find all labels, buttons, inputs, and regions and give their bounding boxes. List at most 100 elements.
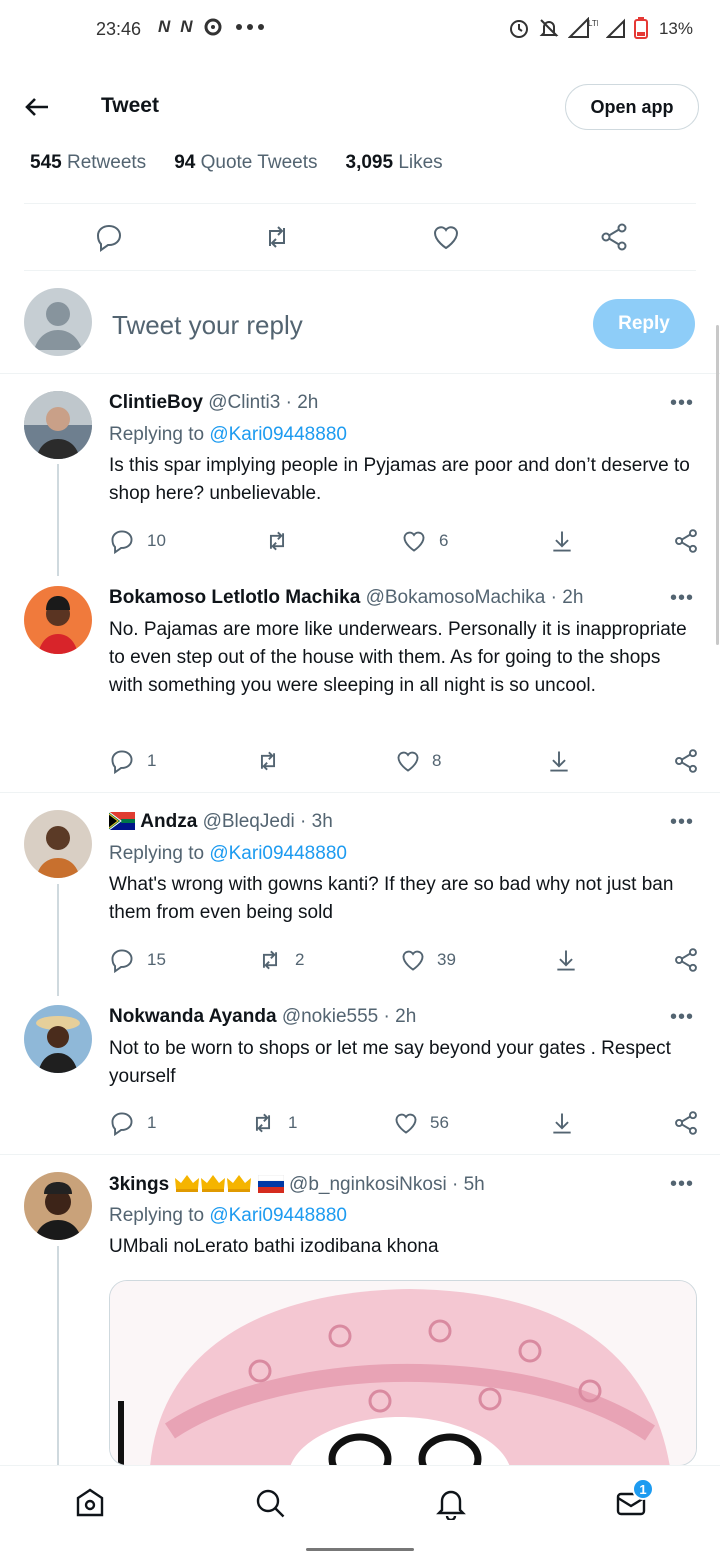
display-name[interactable]: Andza	[140, 811, 197, 832]
open-app-button[interactable]: Open app	[565, 84, 699, 130]
handle[interactable]: @nokie555	[282, 1006, 378, 1027]
more-options-icon[interactable]: •••	[670, 1006, 694, 1029]
likes-stat[interactable]: 3,095 Likes	[346, 152, 443, 174]
notifications-icon[interactable]	[434, 1486, 468, 1520]
handle[interactable]: @b_nginkosiNkosi	[289, 1174, 447, 1195]
avatar[interactable]	[24, 586, 92, 654]
tweet-stats: 545 Retweets 94 Quote Tweets 3,095 Likes	[30, 152, 443, 174]
avatar[interactable]	[24, 810, 92, 878]
tweet-text: Not to be worn to shops or let me say be…	[109, 1038, 671, 1087]
tweet-text: No. Pajamas are more like underwears. Pe…	[109, 619, 687, 696]
retweets-stat[interactable]: 545 Retweets	[30, 152, 146, 174]
replying-to: Replying to @Kari09448880	[109, 1205, 347, 1226]
thread-line	[57, 1246, 59, 1466]
tweet-action-row	[24, 210, 696, 268]
battery-icon	[634, 17, 648, 39]
download-icon[interactable]	[546, 748, 572, 774]
share-icon[interactable]	[673, 528, 699, 554]
handle[interactable]: @BleqJedi	[203, 811, 295, 832]
like-icon[interactable]	[395, 748, 421, 774]
reply-icon[interactable]	[109, 528, 135, 554]
thread-line	[57, 884, 59, 996]
tweet-media-image[interactable]	[109, 1280, 697, 1466]
display-name[interactable]: ClintieBoy	[109, 392, 203, 413]
like-icon[interactable]	[431, 222, 461, 252]
more-options-icon[interactable]: •••	[670, 811, 694, 834]
reply-composer: Tweet your reply Reply	[0, 280, 720, 372]
like-icon[interactable]	[393, 1110, 419, 1136]
tweet-header: 3kings @b_nginkosiNkosi · 5h	[109, 1173, 485, 1196]
download-icon[interactable]	[549, 528, 575, 554]
retweet-count: 2	[295, 950, 305, 969]
tweet-actions: 15 2 39	[109, 947, 699, 977]
bottom-navigation: 1	[0, 1465, 720, 1537]
display-name[interactable]: Bokamoso Letlotlo Machika	[109, 587, 360, 608]
signal-icon	[606, 18, 625, 38]
timestamp: · 2h	[550, 587, 584, 608]
display-name[interactable]: 3kings	[109, 1174, 169, 1195]
reply-icon[interactable]	[109, 1110, 135, 1136]
crown-icon	[227, 1175, 252, 1192]
reply-count: 10	[147, 531, 166, 550]
replying-handle-link[interactable]: @Kari09448880	[209, 1205, 347, 1226]
share-icon[interactable]	[673, 1110, 699, 1136]
download-icon[interactable]	[549, 1110, 575, 1136]
timestamp: · 5h	[451, 1174, 485, 1195]
status-bar: 23:46 N N LTE 13%	[0, 0, 720, 58]
replying-handle-link[interactable]: @Kari09448880	[209, 843, 347, 864]
more-options-icon[interactable]: •••	[670, 1173, 694, 1196]
reply-input[interactable]: Tweet your reply	[112, 310, 303, 341]
status-right-icons: LTE	[508, 17, 648, 39]
reply-count: 15	[147, 950, 166, 969]
more-dots-icon	[235, 24, 264, 30]
reply-icon[interactable]	[94, 222, 124, 252]
scrollbar[interactable]	[716, 325, 719, 645]
divider	[0, 373, 720, 374]
avatar[interactable]	[24, 1005, 92, 1073]
search-icon[interactable]	[253, 1486, 287, 1520]
quote-tweets-stat[interactable]: 94 Quote Tweets	[174, 152, 317, 174]
south-africa-flag-icon	[109, 812, 135, 830]
retweet-icon[interactable]	[250, 1110, 276, 1136]
reply-button[interactable]: Reply	[593, 299, 695, 349]
download-icon[interactable]	[553, 947, 579, 973]
messages-badge: 1	[632, 1478, 654, 1500]
retweet-icon[interactable]	[262, 222, 292, 252]
like-icon[interactable]	[401, 528, 427, 554]
display-name[interactable]: Nokwanda Ayanda	[109, 1006, 277, 1027]
timestamp: · 2h	[285, 392, 319, 413]
back-arrow-icon[interactable]	[22, 92, 52, 122]
reply-icon[interactable]	[109, 748, 135, 774]
reply-icon[interactable]	[109, 947, 135, 973]
replying-to: Replying to @Kari09448880	[109, 843, 347, 864]
home-icon[interactable]	[73, 1486, 107, 1520]
avatar[interactable]	[24, 391, 92, 459]
sync-icon	[204, 18, 222, 36]
divider	[24, 270, 696, 271]
retweet-icon[interactable]	[257, 947, 283, 973]
replying-handle-link[interactable]: @Kari09448880	[209, 424, 347, 445]
thread-line	[57, 464, 59, 576]
share-icon[interactable]	[599, 222, 629, 252]
retweet-icon[interactable]	[255, 748, 281, 774]
like-icon[interactable]	[400, 947, 426, 973]
reply-count: 1	[147, 751, 157, 770]
more-options-icon[interactable]: •••	[670, 587, 694, 610]
share-icon[interactable]	[673, 947, 699, 973]
handle[interactable]: @BokamosoMachika	[366, 587, 546, 608]
status-left-icons: N N	[158, 17, 265, 37]
tweet-text: Is this spar implying people in Pyjamas …	[109, 455, 690, 504]
notification-n-icon: N	[158, 17, 171, 36]
share-icon[interactable]	[673, 748, 699, 774]
handle[interactable]: @Clinti3	[208, 392, 280, 413]
page-title: Tweet	[101, 94, 159, 117]
timestamp: · 2h	[383, 1006, 417, 1027]
like-count: 56	[430, 1113, 449, 1132]
tweet-header: Andza @BleqJedi · 3h	[109, 811, 333, 833]
like-count: 8	[432, 751, 442, 770]
retweet-icon[interactable]	[264, 528, 290, 554]
divider	[24, 203, 696, 204]
tweet-actions: 1 1 56	[109, 1110, 699, 1140]
avatar[interactable]	[24, 1172, 92, 1240]
more-options-icon[interactable]: •••	[670, 392, 694, 415]
